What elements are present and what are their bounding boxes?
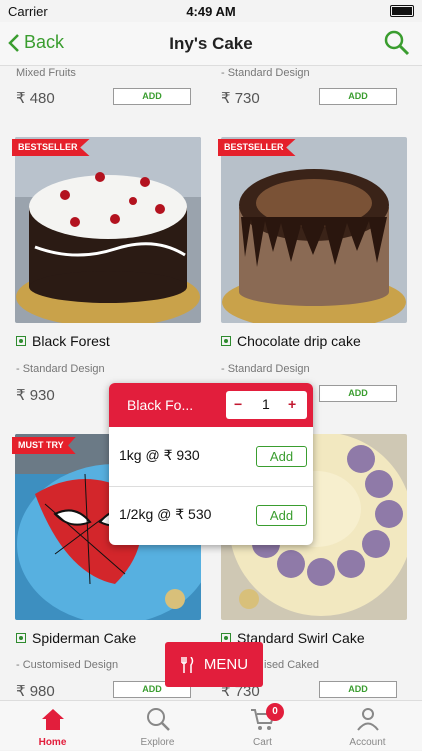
page-title: Iny's Cake — [169, 34, 253, 53]
add-button[interactable]: ADD — [113, 88, 191, 105]
tab-label: Explore — [140, 737, 175, 748]
bestseller-badge: BESTSELLER — [218, 139, 296, 156]
product-price: ₹ 480 — [16, 90, 55, 107]
search-icon[interactable] — [384, 30, 410, 56]
product-description: - Standard Design — [221, 67, 310, 79]
cart-count-badge: 0 — [266, 703, 284, 721]
product-image-black-forest[interactable] — [15, 137, 201, 323]
product-name: Chocolate drip cake — [221, 333, 361, 349]
quantity-stepper: − 1 + — [226, 391, 307, 419]
battery-icon — [390, 5, 414, 17]
veg-icon — [16, 633, 26, 643]
product-image-chocolate-drip[interactable] — [221, 137, 407, 323]
menu-label: MENU — [203, 656, 249, 673]
status-bar: Carrier 4:49 AM — [0, 0, 422, 22]
tab-explore[interactable]: Explore — [105, 701, 210, 751]
product-price: ₹ 730 — [221, 90, 260, 107]
increment-button[interactable]: + — [288, 396, 296, 412]
quantity-value: 1 — [262, 396, 270, 412]
product-price: ₹ 980 — [16, 683, 55, 700]
product-price: ₹ 930 — [16, 387, 55, 404]
tab-label: Account — [349, 737, 386, 748]
tab-cart[interactable]: 0 Cart — [210, 701, 315, 751]
tab-account[interactable]: Account — [315, 701, 420, 751]
search-icon — [147, 708, 170, 731]
home-icon — [42, 709, 64, 730]
tab-bar: Home Explore 0 Cart Account — [0, 700, 422, 750]
product-name-label: Black Forest — [32, 333, 110, 349]
tab-label: Home — [38, 737, 67, 748]
popup-header: Black Fo... − 1 + — [109, 383, 313, 427]
tab-home[interactable]: Home — [0, 701, 105, 751]
decrement-button[interactable]: − — [234, 396, 242, 412]
add-button[interactable]: ADD — [319, 88, 397, 105]
cutlery-icon — [181, 656, 194, 673]
variant-add-button[interactable]: Add — [256, 505, 307, 526]
account-icon — [357, 708, 379, 731]
bestseller-badge: BESTSELLER — [12, 139, 90, 156]
variant-popup: Black Fo... − 1 + 1kg @ ₹ 930 Add 1/2kg … — [109, 383, 313, 545]
add-button[interactable]: ADD — [319, 681, 397, 698]
variant-add-button[interactable]: Add — [256, 446, 307, 467]
product-description: ised Caked — [264, 659, 320, 671]
product-name: Spiderman Cake — [16, 630, 136, 646]
variant-label: 1/2kg @ ₹ 530 — [119, 506, 212, 522]
product-name: Black Forest — [16, 333, 110, 349]
product-name-label: Chocolate drip cake — [237, 333, 361, 349]
variant-option: 1/2kg @ ₹ 530 Add — [109, 486, 313, 544]
clock: 4:49 AM — [186, 4, 236, 19]
add-button[interactable]: ADD — [319, 385, 397, 402]
popup-item-name: Black Fo... — [127, 397, 194, 413]
variant-label: 1kg @ ₹ 930 — [119, 447, 200, 463]
product-name-label: Spiderman Cake — [32, 630, 137, 646]
veg-icon — [16, 336, 26, 346]
veg-icon — [221, 336, 231, 346]
nav-bar: Back Iny's Cake — [0, 22, 422, 66]
product-description: - Standard Design — [221, 363, 310, 375]
tab-label: Cart — [253, 737, 272, 748]
product-description: Mixed Fruits — [16, 67, 76, 79]
product-description: - Standard Design — [16, 363, 105, 375]
must-try-badge: MUST TRY — [12, 437, 76, 454]
product-description: - Customised Design — [16, 659, 119, 671]
variant-option: 1kg @ ₹ 930 Add — [109, 427, 313, 485]
menu-button[interactable]: MENU — [165, 642, 263, 687]
